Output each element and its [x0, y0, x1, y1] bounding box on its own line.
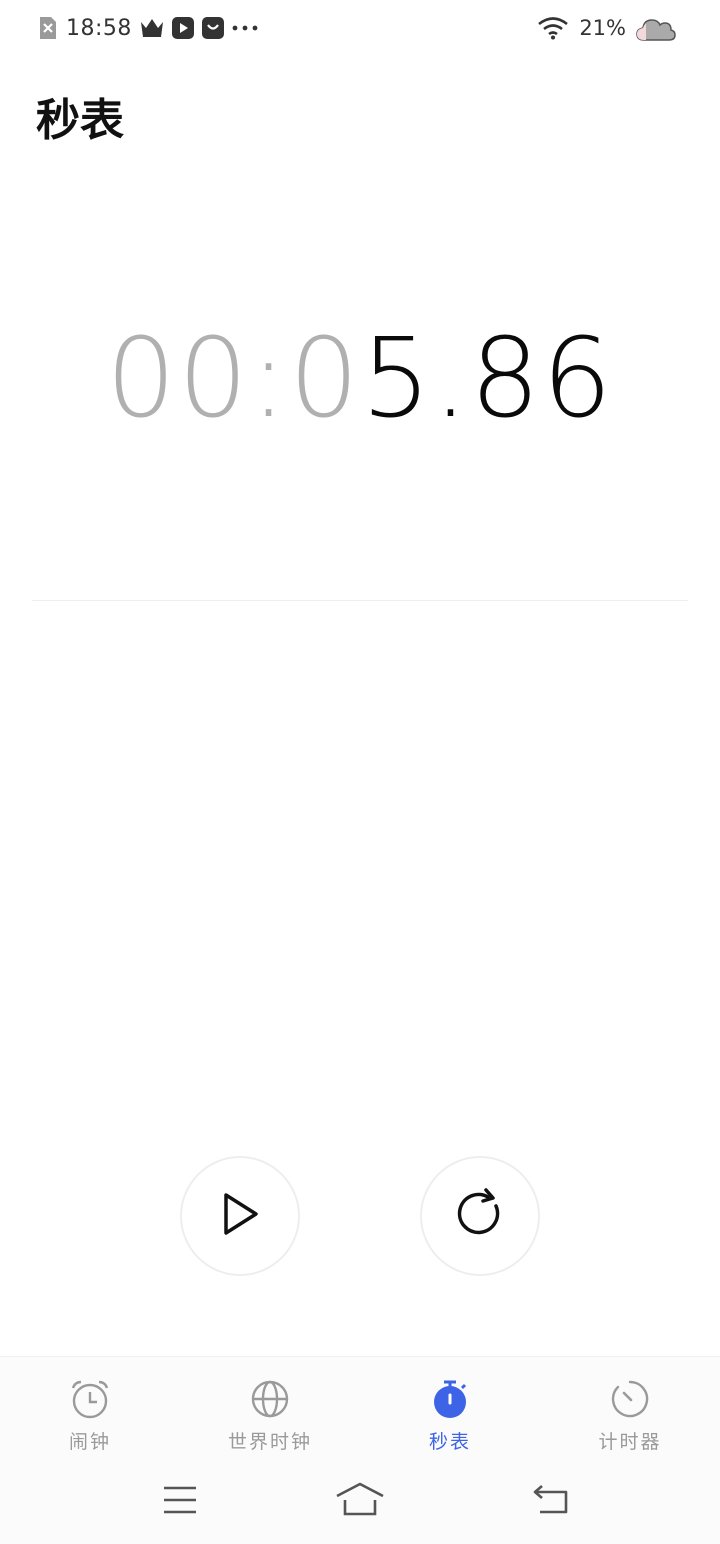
system-menu-button[interactable]	[155, 1482, 205, 1522]
reset-button[interactable]	[420, 1156, 540, 1276]
crown-icon	[140, 18, 164, 38]
shopping-bag-icon	[201, 17, 224, 39]
wifi-icon	[537, 16, 569, 40]
elapsed-time: 00:05.86	[106, 323, 614, 433]
stopwatch-display: 00:05.86	[0, 318, 720, 438]
tab-stopwatch-label: 秒表	[428, 1431, 471, 1453]
video-play-icon	[171, 17, 194, 39]
play-icon	[216, 1190, 264, 1242]
status-bar: 18:58 21%	[0, 0, 720, 58]
tab-stopwatch[interactable]: 秒表	[360, 1379, 540, 1459]
reset-icon	[452, 1186, 508, 1246]
status-bar-right: 21%	[537, 14, 676, 42]
tab-alarm[interactable]: 闹钟	[0, 1379, 180, 1459]
cloud-icon	[636, 14, 676, 42]
globe-icon	[250, 1379, 290, 1423]
tab-world-clock-label: 世界时钟	[227, 1431, 312, 1453]
page-title: 秒表	[36, 95, 124, 146]
sim-error-icon	[38, 15, 58, 41]
alarm-clock-icon	[70, 1379, 110, 1423]
status-bar-left: 18:58	[38, 14, 258, 42]
tab-timer[interactable]: 计时器	[540, 1379, 720, 1459]
bottom-nav: 闹钟 世界时钟 秒表 计时器	[0, 1356, 720, 1466]
tab-world-clock[interactable]: 世界时钟	[180, 1379, 360, 1459]
tab-timer-label: 计时器	[598, 1431, 662, 1453]
elapsed-time-bright: 5.86	[361, 314, 614, 442]
system-nav-bar	[0, 1466, 720, 1544]
system-back-button[interactable]	[525, 1482, 575, 1522]
menu-icon	[162, 1485, 198, 1519]
tab-alarm-label: 闹钟	[68, 1431, 111, 1453]
stopwatch-icon	[430, 1379, 470, 1423]
timer-icon	[610, 1379, 650, 1423]
lap-divider	[32, 600, 688, 601]
system-home-button[interactable]	[335, 1482, 385, 1522]
more-dots-icon	[232, 24, 258, 32]
elapsed-time-dim: 00:0	[106, 314, 362, 442]
battery-percent: 21%	[579, 16, 626, 40]
home-icon	[335, 1482, 385, 1522]
back-icon	[530, 1484, 570, 1520]
start-button[interactable]	[180, 1156, 300, 1276]
status-time: 18:58	[66, 15, 132, 41]
